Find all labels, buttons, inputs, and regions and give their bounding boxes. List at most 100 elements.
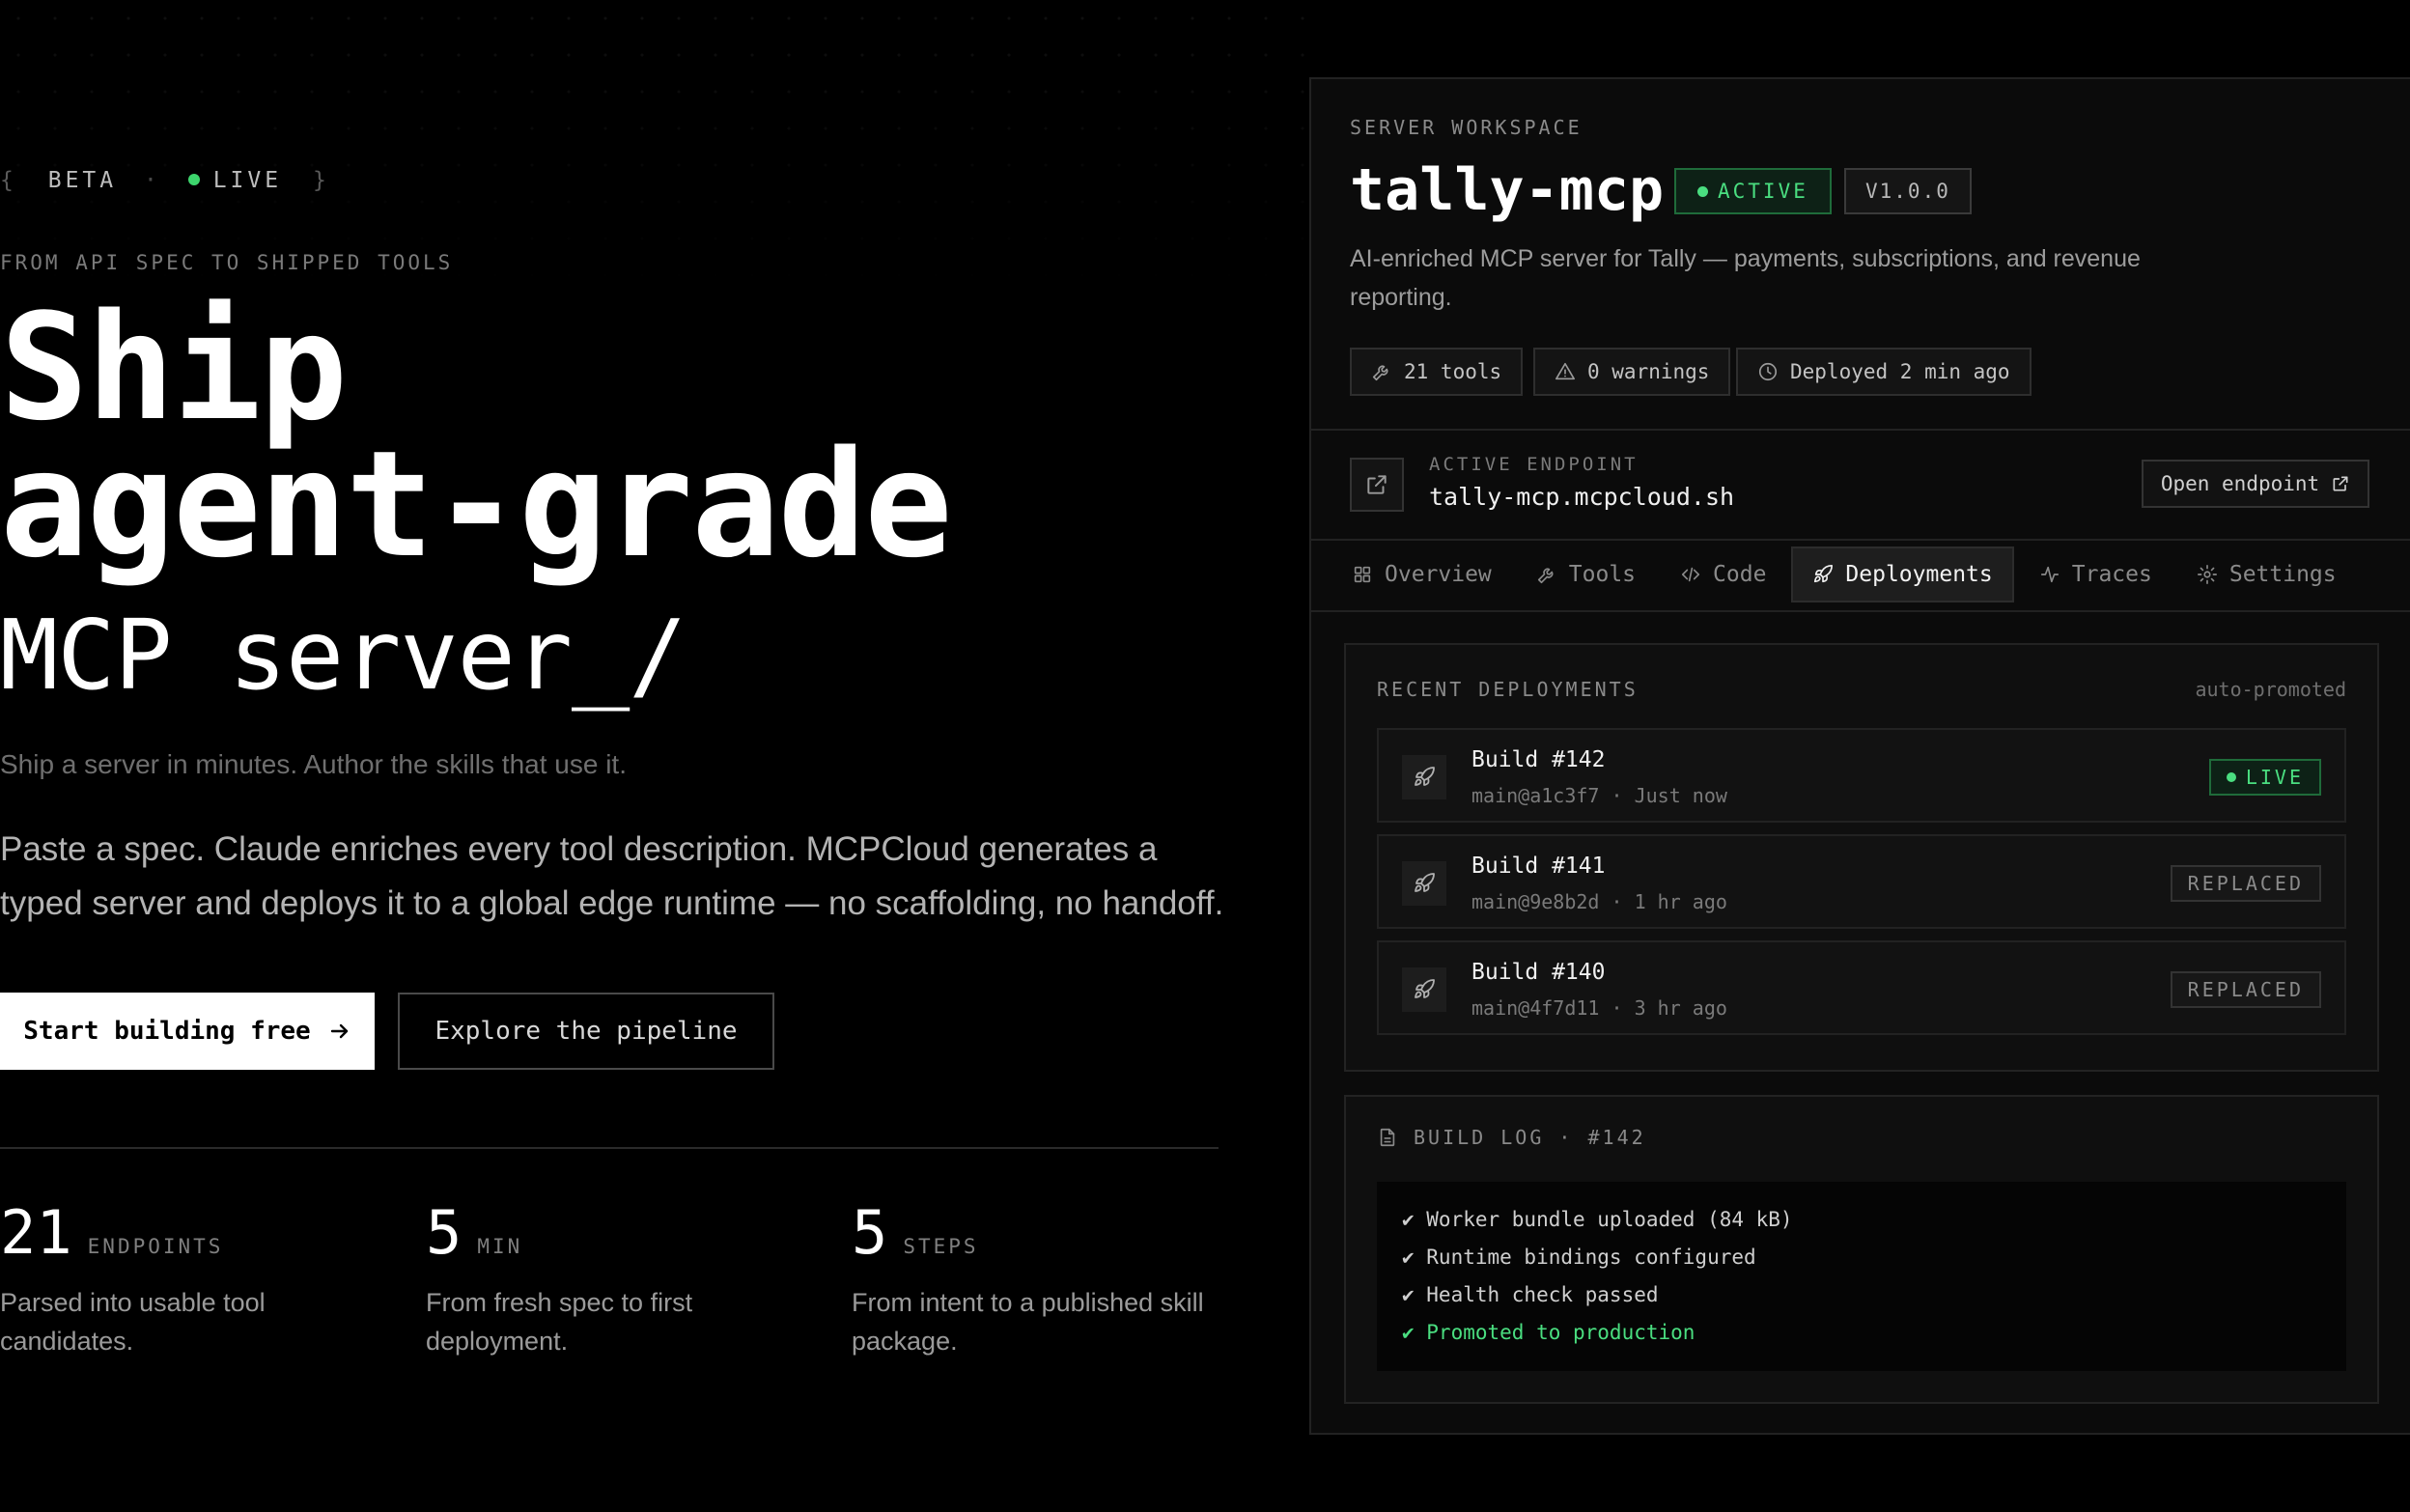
- tab-label: Deployments: [1845, 562, 1993, 587]
- build-meta: main@4f7d11 · 3 hr ago: [1471, 996, 1727, 1020]
- stat-description: From intent to a published skill package…: [852, 1288, 1204, 1356]
- deployment-row[interactable]: Build #140 main@4f7d11 · 3 hr ago REPLAC…: [1377, 940, 2346, 1035]
- recent-deployments-card: RECENT DEPLOYMENTS auto-promoted Build #…: [1344, 643, 2379, 1072]
- explore-pipeline-button[interactable]: Explore the pipeline: [398, 993, 774, 1070]
- stat-description: Parsed into usable tool candidates.: [0, 1288, 266, 1356]
- stat-unit: MIN: [477, 1235, 523, 1258]
- server-description: AI-enriched MCP server for Tally — payme…: [1350, 245, 2141, 311]
- warnings-chip: 0 warnings: [1533, 348, 1731, 396]
- build-name: Build #141: [1471, 854, 1606, 879]
- build-log-header: BUILD LOG · #142: [1377, 1126, 1646, 1149]
- tab-traces[interactable]: Traces: [2020, 546, 2172, 602]
- rocket-icon: [1814, 565, 1834, 583]
- warning-icon: [1555, 362, 1575, 380]
- endpoint-url[interactable]: tally-mcp.mcpcloud.sh: [1429, 483, 1734, 511]
- beta-label: BETA: [47, 168, 118, 193]
- hero-eyebrow: FROM API SPEC TO SHIPPED TOOLS: [0, 251, 454, 274]
- rocket-icon: [1402, 967, 1446, 1012]
- server-name: tally-mcp: [1350, 156, 1665, 224]
- tab-tools[interactable]: Tools: [1517, 546, 1655, 602]
- open-endpoint-label: Open endpoint: [2160, 472, 2320, 495]
- build-log-card: BUILD LOG · #142 ✔ Worker bundle uploade…: [1344, 1095, 2379, 1404]
- workspace-tabs: Overview Tools Code Deployments Traces S…: [1332, 546, 2356, 602]
- stat-value: 5: [426, 1197, 462, 1268]
- build-log-output: ✔ Worker bundle uploaded (84 kB) ✔ Runti…: [1377, 1182, 2346, 1371]
- hero-title: Ship agent-grade: [0, 282, 953, 590]
- deployed-chip: Deployed 2 min ago: [1736, 348, 2032, 396]
- hero-section: { BETA · LIVE } FROM API SPEC TO SHIPPED…: [0, 0, 1255, 1512]
- deployment-row[interactable]: Build #141 main@9e8b2d · 1 hr ago REPLAC…: [1377, 834, 2346, 929]
- external-link-icon: [1367, 475, 1387, 494]
- grid-icon: [1354, 566, 1371, 583]
- tab-label: Code: [1713, 562, 1767, 587]
- stat-unit: STEPS: [903, 1235, 979, 1258]
- build-meta: main@a1c3f7 · Just now: [1471, 784, 1727, 807]
- log-line: ✔ Worker bundle uploaded (84 kB): [1402, 1208, 1793, 1231]
- workspace-eyebrow: SERVER WORKSPACE: [1350, 116, 1583, 139]
- stat-minutes: 5 MIN From fresh spec to first deployment…: [426, 1197, 812, 1360]
- section-divider: [1311, 610, 2410, 612]
- open-endpoint-button[interactable]: Open endpoint: [2142, 460, 2369, 508]
- log-line-success: ✔ Promoted to production: [1402, 1321, 1695, 1344]
- start-building-button[interactable]: Start building free: [0, 993, 375, 1070]
- tab-overview[interactable]: Overview: [1332, 546, 1511, 602]
- deployed-label: Deployed 2 min ago: [1790, 360, 2010, 383]
- gear-icon: [2197, 565, 2217, 584]
- rocket-icon: [1402, 755, 1446, 799]
- status-label: ACTIVE: [1718, 180, 1808, 203]
- live-dot-icon: [2226, 772, 2236, 782]
- code-icon: [1681, 567, 1700, 582]
- endpoint-label: ACTIVE ENDPOINT: [1429, 454, 1639, 475]
- hero-tagline: Ship a server in minutes. Author the ski…: [0, 749, 627, 779]
- stat-description: From fresh spec to first deployment.: [426, 1288, 693, 1356]
- tools-count-label: 21 tools: [1404, 360, 1502, 383]
- tab-label: Traces: [2071, 562, 2152, 587]
- beta-live-badge: { BETA · LIVE }: [0, 168, 330, 193]
- badge-open-brace: {: [0, 168, 17, 193]
- hero-lead: Paste a spec. Claude enriches every tool…: [0, 830, 1224, 922]
- explore-pipeline-label: Explore the pipeline: [434, 1017, 738, 1046]
- deployment-row[interactable]: Build #142 main@a1c3f7 · Just now LIVE: [1377, 728, 2346, 823]
- replaced-status-badge: REPLACED: [2170, 971, 2321, 1008]
- stat-endpoints: 21 ENDPOINTS Parsed into usable tool cand…: [0, 1197, 406, 1360]
- stat-value: 21: [0, 1197, 72, 1268]
- status-badge: ACTIVE: [1674, 168, 1832, 214]
- tab-label: Tools: [1568, 562, 1637, 587]
- build-name: Build #140: [1471, 960, 1606, 985]
- tab-label: Settings: [2228, 562, 2337, 587]
- live-status-badge: LIVE: [2208, 759, 2321, 796]
- tab-deployments[interactable]: Deployments: [1791, 546, 2014, 602]
- stat-value: 5: [852, 1197, 888, 1268]
- arrow-right-icon: [330, 1023, 348, 1039]
- hero-title-line-3: MCP server_/: [0, 599, 687, 712]
- replaced-status-badge: REPLACED: [2170, 865, 2321, 902]
- status-label: LIVE: [2245, 766, 2304, 789]
- clock-icon: [1758, 362, 1778, 381]
- auto-promoted-note: auto-promoted: [2195, 678, 2346, 701]
- build-log-title: BUILD LOG · #142: [1414, 1126, 1646, 1149]
- hero-title-line-1: Ship: [0, 282, 348, 453]
- section-divider: [1311, 539, 2410, 541]
- log-line: ✔ Runtime bindings configured: [1402, 1246, 1756, 1269]
- wrench-icon: [1372, 365, 1388, 381]
- build-meta: main@9e8b2d · 1 hr ago: [1471, 890, 1727, 913]
- rocket-icon: [1402, 861, 1446, 906]
- tab-label: Overview: [1385, 562, 1492, 587]
- tab-code[interactable]: Code: [1661, 546, 1785, 602]
- badge-separator: ·: [143, 168, 161, 193]
- version-badge: V1.0.0: [1844, 168, 1972, 214]
- activity-icon: [2040, 566, 2059, 583]
- live-dot-icon: [187, 173, 200, 185]
- file-icon: [1380, 1128, 1395, 1147]
- badge-close-brace: }: [312, 168, 330, 193]
- tools-count-chip: 21 tools: [1350, 348, 1524, 396]
- start-building-label: Start building free: [23, 1017, 311, 1046]
- hero-title-line-2: agent-grade: [0, 419, 953, 590]
- stat-unit: ENDPOINTS: [87, 1235, 224, 1258]
- wrench-icon: [1537, 568, 1554, 584]
- build-name: Build #142: [1471, 747, 1606, 772]
- status-dot-icon: [1697, 185, 1708, 197]
- section-divider: [1311, 429, 2410, 431]
- stats-divider: [0, 1147, 1219, 1149]
- tab-settings[interactable]: Settings: [2177, 546, 2356, 602]
